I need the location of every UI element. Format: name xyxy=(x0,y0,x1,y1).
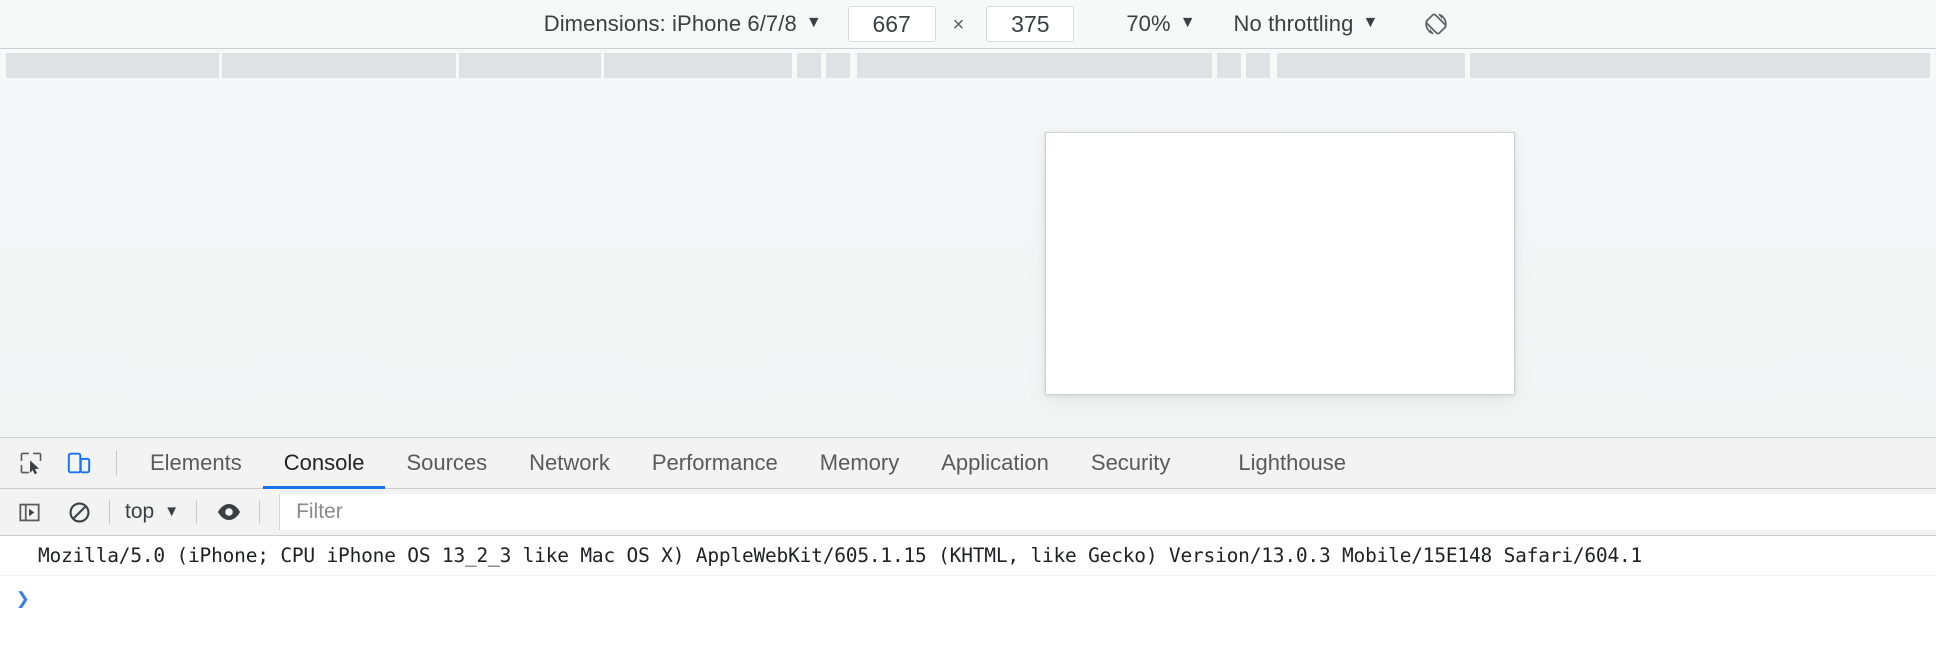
network-throttling-label: No throttling xyxy=(1233,11,1354,36)
chevron-down-icon: ▼ xyxy=(805,14,822,31)
ruler-segment xyxy=(6,53,219,78)
rotate-device-button[interactable] xyxy=(1416,4,1456,44)
tab-console[interactable]: Console xyxy=(262,438,386,490)
tab-application-label: Application xyxy=(941,450,1049,475)
ruler-segment xyxy=(459,53,601,78)
ruler-segment xyxy=(797,53,821,78)
tab-console-label: Console xyxy=(283,450,365,475)
tab-application[interactable]: Application xyxy=(920,438,1070,489)
console-sidebar-toggle-icon xyxy=(17,500,42,525)
ruler-segment xyxy=(826,53,850,78)
device-toolbar-controls: Dimensions: iPhone 6/7/8 ▼ × 70% ▼ No th… xyxy=(540,0,1457,48)
tab-elements-label: Elements xyxy=(150,450,242,475)
device-ruler-strip xyxy=(0,48,1936,78)
tab-memory[interactable]: Memory xyxy=(799,438,920,489)
network-throttling-select[interactable]: No throttling ▼ xyxy=(1230,9,1383,39)
ruler-segment xyxy=(1246,53,1270,78)
tab-lighthouse[interactable]: Lighthouse xyxy=(1217,438,1367,489)
ruler-segment xyxy=(857,53,1212,78)
console-sidebar-toggle-button[interactable] xyxy=(8,491,50,533)
ruler-segment xyxy=(604,53,792,78)
console-prompt-row[interactable]: ❯ xyxy=(0,576,1936,622)
rotate-device-icon xyxy=(1421,9,1451,39)
zoom-level-select[interactable]: 70% ▼ xyxy=(1122,9,1199,39)
tab-elements[interactable]: Elements xyxy=(129,438,263,489)
emulated-page-area xyxy=(0,78,1936,437)
devtools-panel: Elements Console Sources Network Perform… xyxy=(0,437,1936,656)
console-live-expression-button[interactable] xyxy=(208,491,250,533)
inspect-element-icon xyxy=(18,450,44,476)
tab-performance-label: Performance xyxy=(651,450,778,475)
chevron-down-icon: ▼ xyxy=(164,502,180,520)
tab-memory-label: Memory xyxy=(819,450,900,475)
console-toolbar-divider xyxy=(196,500,198,524)
viewport-width-input[interactable] xyxy=(847,6,936,42)
viewport-height-input[interactable] xyxy=(986,6,1075,42)
eye-icon xyxy=(216,499,242,525)
ruler-segment xyxy=(222,53,456,78)
ruler-segment xyxy=(1470,53,1930,78)
device-toolbar-toggle-button[interactable] xyxy=(58,442,100,484)
console-message-text: Mozilla/5.0 (iPhone; CPU iPhone OS 13_2_… xyxy=(38,544,1643,567)
clear-console-icon xyxy=(67,500,92,525)
dimension-multiply-symbol: × xyxy=(952,13,965,36)
tab-performance[interactable]: Performance xyxy=(631,438,799,489)
device-toolbar-toggle-icon xyxy=(66,450,92,476)
tab-lighthouse-label: Lighthouse xyxy=(1238,450,1347,475)
tab-bar-divider xyxy=(116,450,117,476)
device-viewport[interactable] xyxy=(1045,132,1515,395)
console-context-label: top xyxy=(125,500,155,523)
tab-sources-label: Sources xyxy=(406,450,488,475)
clear-console-button[interactable] xyxy=(58,491,100,533)
device-emulation-toolbar: Dimensions: iPhone 6/7/8 ▼ × 70% ▼ No th… xyxy=(0,0,1936,48)
tab-network-label: Network xyxy=(529,450,610,475)
inspect-element-button[interactable] xyxy=(10,442,52,484)
tab-security[interactable]: Security xyxy=(1070,438,1191,489)
zoom-level-label: 70% xyxy=(1126,11,1171,36)
chevron-down-icon: ▼ xyxy=(1179,14,1196,31)
console-toolbar: top ▼ xyxy=(0,489,1936,536)
devtools-tab-bar: Elements Console Sources Network Perform… xyxy=(0,438,1936,490)
tab-network[interactable]: Network xyxy=(508,438,631,489)
console-context-select[interactable]: top ▼ xyxy=(119,498,187,526)
console-toolbar-divider xyxy=(109,500,110,524)
console-prompt-input[interactable] xyxy=(41,584,1936,614)
device-dimensions-select[interactable]: Dimensions: iPhone 6/7/8 ▼ xyxy=(540,9,826,39)
ruler-segment xyxy=(1217,53,1241,78)
console-message-list: Mozilla/5.0 (iPhone; CPU iPhone OS 13_2_… xyxy=(0,536,1936,656)
tab-sources[interactable]: Sources xyxy=(385,438,508,489)
chevron-down-icon: ▼ xyxy=(1362,14,1379,31)
console-message-row[interactable]: Mozilla/5.0 (iPhone; CPU iPhone OS 13_2_… xyxy=(0,536,1936,576)
device-dimensions-label: Dimensions: iPhone 6/7/8 xyxy=(543,11,797,36)
tab-security-label: Security xyxy=(1090,450,1171,475)
ruler-segment xyxy=(1277,53,1465,78)
console-filter-input[interactable] xyxy=(279,494,1936,530)
prompt-chevron-icon: ❯ xyxy=(16,585,30,612)
console-toolbar-divider xyxy=(259,500,261,524)
